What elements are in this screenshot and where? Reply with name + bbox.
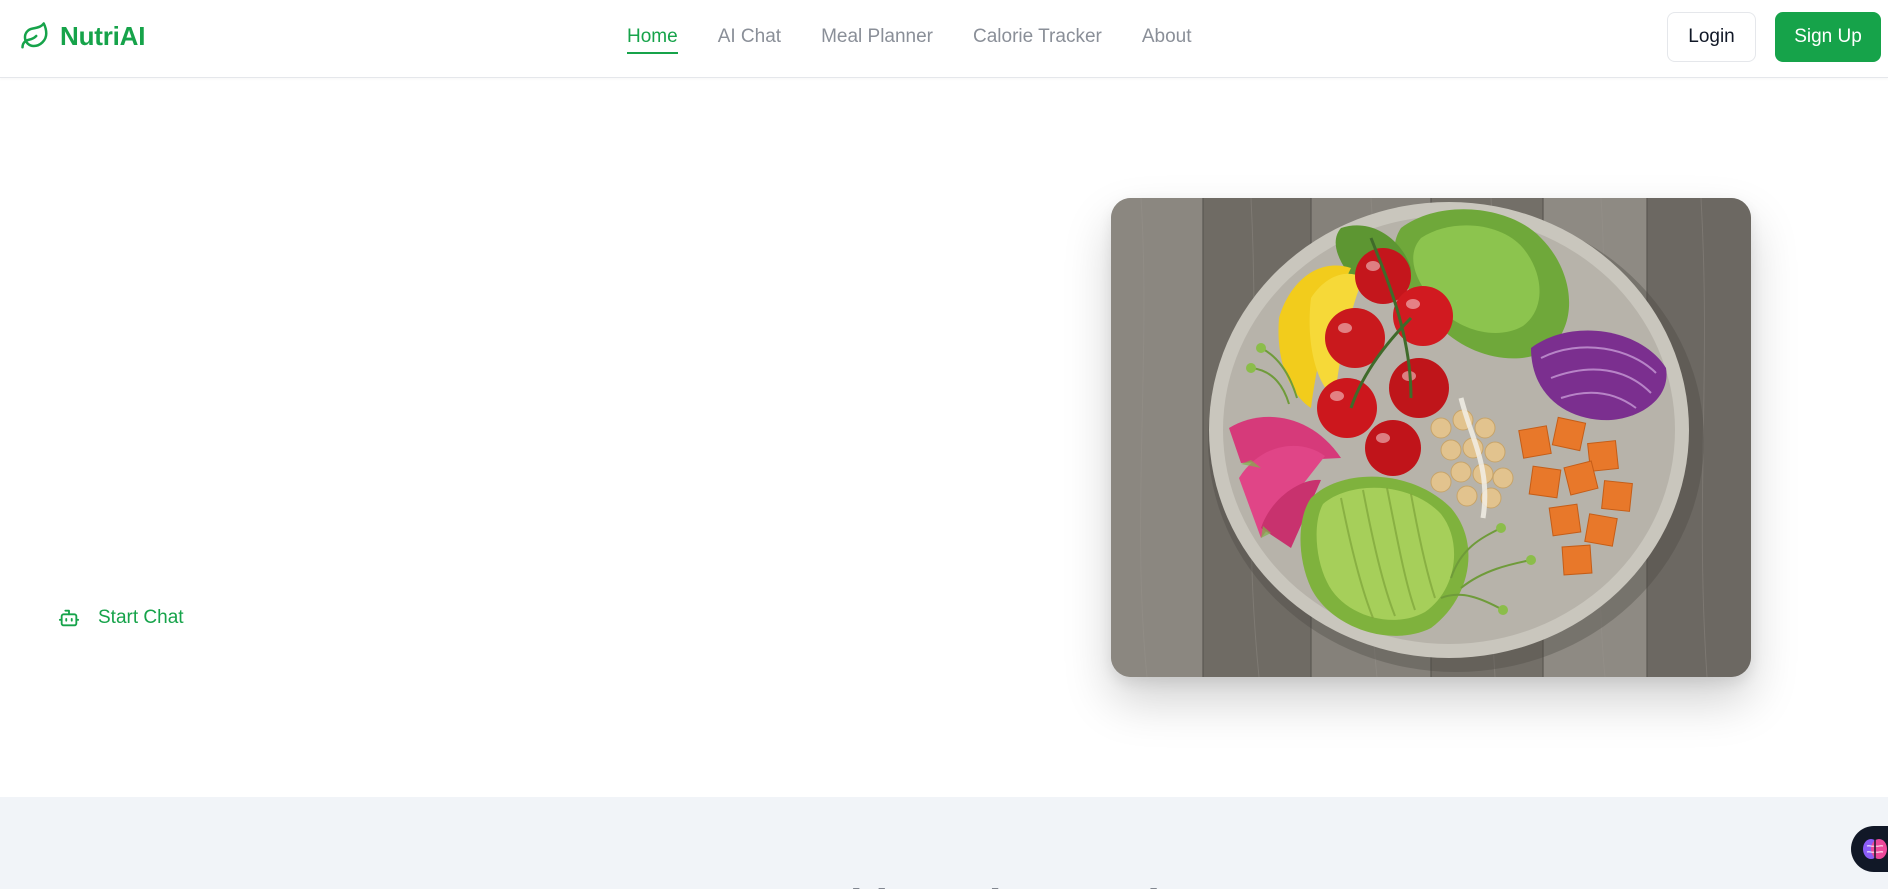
nav-link-meal-planner[interactable]: Meal Planner bbox=[821, 24, 933, 54]
brain-icon bbox=[1863, 839, 1887, 859]
start-chat-button[interactable]: Start Chat bbox=[58, 607, 184, 629]
top-navbar: NutriAI Home AI Chat Meal Planner Calori… bbox=[0, 0, 1888, 78]
nav-link-calorie-tracker[interactable]: Calorie Tracker bbox=[973, 24, 1102, 54]
features-section: Powered by Advanced AI bbox=[0, 797, 1888, 889]
brand-logo[interactable]: NutriAI bbox=[20, 20, 145, 52]
login-button[interactable]: Login bbox=[1667, 12, 1756, 62]
main-nav: Home AI Chat Meal Planner Calorie Tracke… bbox=[627, 24, 1192, 54]
hero-salad-image bbox=[1111, 198, 1751, 677]
nav-link-about[interactable]: About bbox=[1142, 24, 1192, 54]
brand-name: NutriAI bbox=[60, 20, 146, 51]
nav-link-home[interactable]: Home bbox=[627, 24, 678, 54]
features-heading: Powered by Advanced AI bbox=[0, 879, 1888, 889]
nav-link-ai-chat[interactable]: AI Chat bbox=[718, 24, 781, 54]
bot-icon bbox=[58, 609, 80, 627]
signup-button[interactable]: Sign Up bbox=[1775, 12, 1881, 62]
start-chat-label: Start Chat bbox=[98, 607, 184, 628]
leaf-icon bbox=[21, 22, 48, 49]
